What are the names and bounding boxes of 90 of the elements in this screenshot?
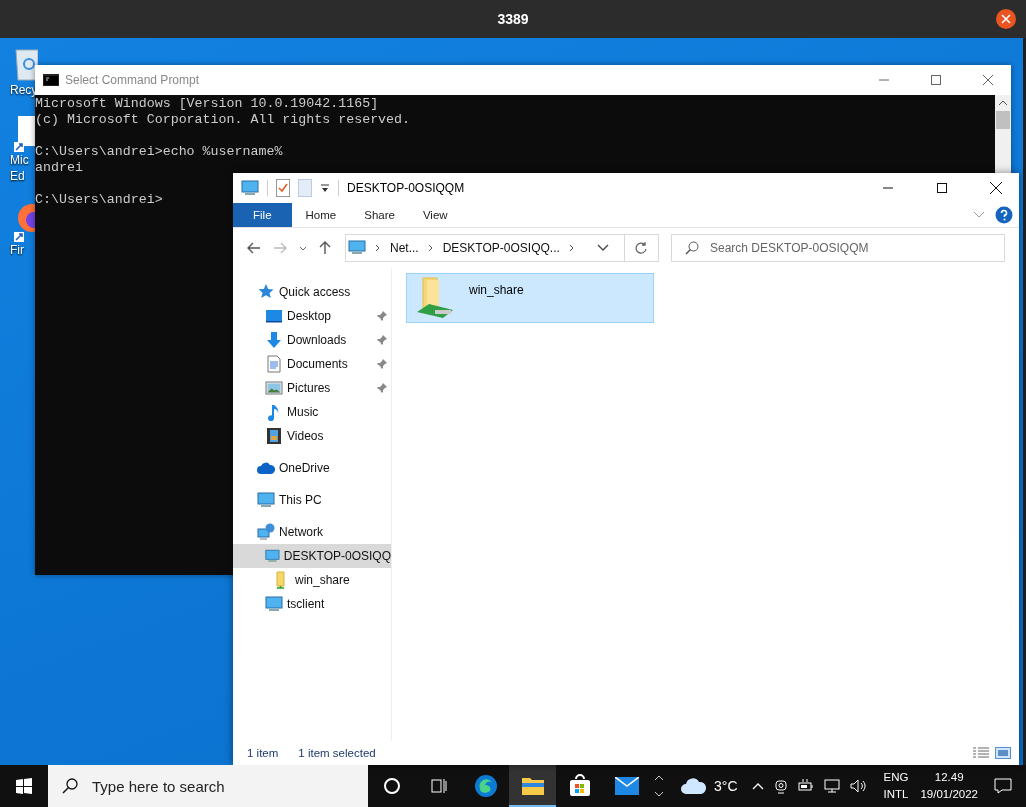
chevron-up-icon[interactable] bbox=[751, 782, 764, 790]
ribbon-tab[interactable]: View bbox=[408, 203, 462, 227]
navigation-item[interactable]: win_share bbox=[233, 568, 391, 592]
status-text: 1 item selected bbox=[298, 747, 376, 759]
window-title: DESKTOP-0OSIQQM bbox=[347, 181, 465, 195]
console-line: C:\Users\andrei>echo %username% bbox=[35, 144, 283, 160]
battery-plug-icon[interactable] bbox=[797, 779, 814, 793]
pin-icon[interactable] bbox=[377, 335, 387, 345]
monitor-icon bbox=[265, 595, 283, 613]
console-line: C:\Users\andrei> bbox=[35, 192, 163, 208]
pin-icon[interactable] bbox=[377, 311, 387, 321]
close-icon bbox=[983, 75, 993, 85]
close-button[interactable] bbox=[996, 9, 1016, 29]
taskbar-search-field[interactable]: Type here to search bbox=[48, 765, 368, 807]
folder-icon[interactable] bbox=[509, 765, 556, 807]
console-line: Microsoft Windows [Version 10.0.19042.1165] bbox=[35, 96, 379, 112]
monitor-icon bbox=[348, 240, 366, 256]
close-icon bbox=[1001, 14, 1011, 24]
download-arrow-icon bbox=[265, 331, 283, 349]
desktop-icon-label: Ed bbox=[10, 168, 25, 184]
volume-icon[interactable] bbox=[849, 779, 868, 793]
console-line: andrei bbox=[35, 160, 83, 176]
scrollbar-thumb[interactable] bbox=[996, 111, 1010, 129]
navigation-item[interactable]: DESKTOP-0OSIQQ bbox=[233, 544, 391, 568]
navigation-item[interactable]: tsclient bbox=[233, 592, 391, 616]
close-icon bbox=[990, 182, 1002, 194]
cloud-icon[interactable] bbox=[680, 777, 708, 795]
console-line: (c) Microsoft Corporation. All rights reserved. bbox=[35, 112, 411, 128]
chevron-right-icon[interactable] bbox=[568, 244, 575, 252]
navigation-item[interactable]: Pictures bbox=[233, 376, 391, 400]
chevron-right-icon[interactable] bbox=[427, 244, 434, 252]
search-field[interactable]: Search DESKTOP-0OSIQQM bbox=[671, 234, 1005, 262]
back-arrow-icon[interactable] bbox=[247, 242, 261, 254]
chevron-right-icon[interactable] bbox=[375, 244, 381, 252]
scrollbar[interactable] bbox=[995, 95, 1011, 173]
navigation-item[interactable]: Music bbox=[233, 400, 391, 424]
ribbon-tab[interactable]: Home bbox=[291, 203, 351, 227]
maximize-icon bbox=[937, 183, 947, 193]
document-icon bbox=[265, 355, 283, 373]
network-globe-icon bbox=[257, 523, 275, 541]
chevron-down-icon[interactable] bbox=[597, 244, 609, 252]
ribbon-tab[interactable]: File bbox=[233, 203, 292, 227]
picture-icon bbox=[265, 379, 283, 397]
desktop-icon-label: Mic bbox=[10, 152, 29, 168]
pin-icon[interactable] bbox=[377, 359, 387, 369]
refresh-icon[interactable] bbox=[634, 241, 648, 255]
large-icons-view-icon[interactable] bbox=[995, 747, 1011, 759]
navigation-item[interactable]: Network bbox=[233, 520, 391, 544]
search-icon bbox=[685, 241, 699, 255]
navigation-item[interactable]: Desktop bbox=[233, 304, 391, 328]
input-language[interactable]: INTL bbox=[883, 786, 909, 803]
ribbon-tab[interactable]: Share bbox=[350, 203, 409, 227]
star-icon bbox=[257, 283, 275, 301]
navigation-item[interactable]: OneDrive bbox=[233, 456, 391, 480]
film-icon bbox=[265, 427, 283, 445]
maximize-icon bbox=[931, 75, 941, 85]
navigation-item[interactable]: Documents bbox=[233, 352, 391, 376]
pin-icon[interactable] bbox=[377, 383, 387, 393]
up-arrow-icon[interactable] bbox=[319, 241, 331, 255]
monitor-icon bbox=[265, 307, 283, 325]
window-title: 3389 bbox=[497, 11, 529, 27]
recycle-bin-icon[interactable] bbox=[14, 46, 38, 82]
address-bar[interactable]: Net... DESKTOP-0OSIQQ... bbox=[345, 234, 659, 262]
weather-temperature[interactable]: 3°C bbox=[714, 778, 738, 794]
notification-icon[interactable] bbox=[994, 778, 1012, 794]
monitor-icon bbox=[241, 180, 259, 196]
chevron-down-icon[interactable] bbox=[299, 245, 307, 251]
monitor-icon bbox=[257, 491, 275, 509]
search-icon bbox=[62, 778, 78, 794]
input-language[interactable]: ENG bbox=[883, 769, 909, 786]
network-icon[interactable] bbox=[823, 779, 840, 793]
navigation-item[interactable]: This PC bbox=[233, 488, 391, 512]
desktop-icon-label: Fir bbox=[10, 242, 24, 258]
status-text: 1 item bbox=[247, 747, 279, 759]
monitor-icon bbox=[265, 547, 280, 565]
clock-date[interactable]: 19/01/2022 bbox=[920, 786, 978, 803]
navigation-item[interactable]: Downloads bbox=[233, 328, 391, 352]
shared-folder-item[interactable]: win_share bbox=[406, 273, 654, 323]
dropdown-icon[interactable] bbox=[320, 183, 330, 193]
navigation-item[interactable]: Quick access bbox=[233, 280, 391, 304]
help-icon[interactable] bbox=[995, 206, 1013, 224]
navigation-item[interactable]: Videos bbox=[233, 424, 391, 448]
windows-logo-icon bbox=[16, 778, 32, 794]
console-icon bbox=[43, 74, 59, 86]
properties-icon[interactable] bbox=[276, 179, 290, 197]
breadcrumb-item[interactable]: Net... bbox=[390, 241, 419, 255]
clock-time[interactable]: 12.49 bbox=[934, 769, 964, 786]
window-title: Select Command Prompt bbox=[65, 73, 200, 87]
breadcrumb-item[interactable]: DESKTOP-0OSIQQ... bbox=[442, 241, 560, 255]
camera-icon[interactable] bbox=[773, 778, 788, 794]
